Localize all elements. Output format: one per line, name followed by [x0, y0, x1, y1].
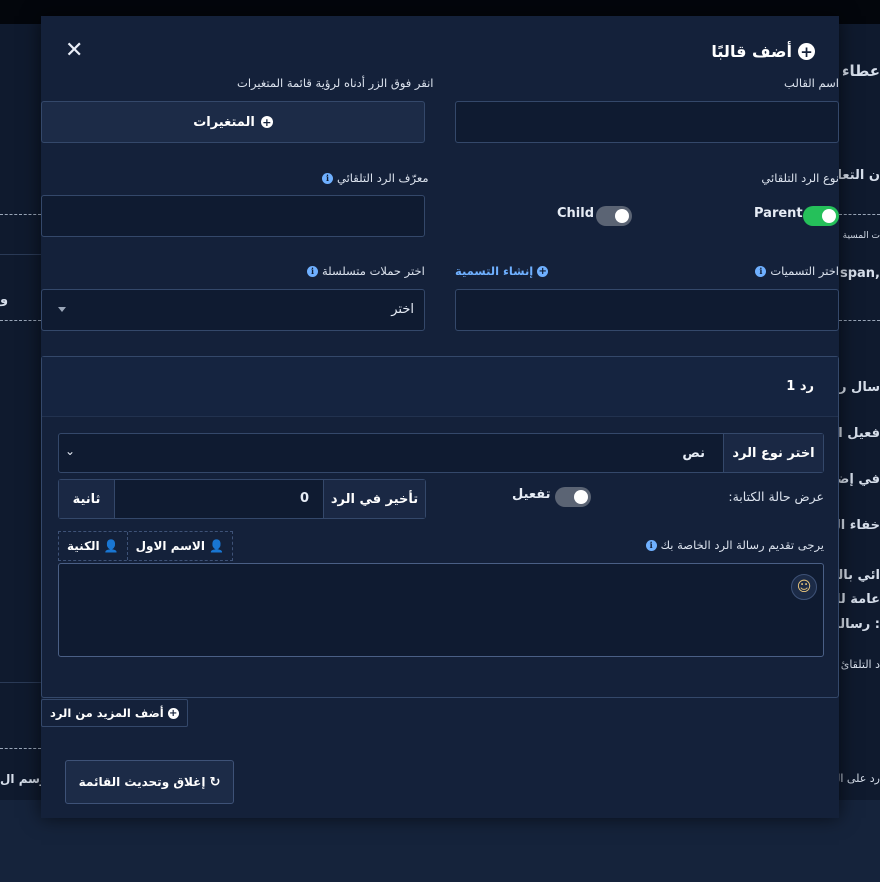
- plus-circle-icon: +: [167, 707, 179, 719]
- create-label-link[interactable]: + إنشاء التسمية: [455, 264, 549, 278]
- emoji-icon[interactable]: ☺: [791, 574, 817, 600]
- reply-type-select-value: نص: [682, 446, 705, 461]
- close-and-refresh-label: إغلاق وتحديث القائمة: [78, 775, 206, 789]
- message-prompt-row: يرجى تقديم رسالة الرد الخاصة بك i: [645, 538, 824, 552]
- child-label: Child: [557, 206, 595, 221]
- bg-text: د التلقائ: [840, 658, 880, 671]
- toggle-knob: [822, 209, 836, 223]
- typing-status-label: عرض حالة الكتابة:: [728, 489, 824, 504]
- labels-select-input[interactable]: [455, 289, 839, 331]
- last-name-tag[interactable]: 👤 الكنية: [59, 532, 127, 560]
- labels-select-label: اختر التسميات: [770, 264, 839, 278]
- bg-text: رسالة :: [832, 617, 880, 632]
- sequence-label: اختر حملات متسلسلة: [322, 264, 425, 278]
- bg-text: و: [0, 292, 9, 307]
- add-more-reply-label: أضف المزيد من الرد: [50, 706, 164, 720]
- close-and-refresh-button[interactable]: ↻ إغلاق وتحديث القائمة: [65, 760, 234, 804]
- refresh-icon: ↻: [209, 774, 221, 790]
- bg-divider: [839, 214, 880, 215]
- bg-divider: [0, 748, 41, 749]
- user-icon: 👤: [208, 539, 224, 553]
- bg-text: span,: [839, 266, 880, 281]
- modal-title: + أضف قالبًا: [711, 42, 815, 61]
- template-name-input[interactable]: [455, 101, 839, 143]
- sequence-select[interactable]: اختر: [41, 289, 425, 331]
- bg-divider: [839, 320, 880, 321]
- reply-message-textarea[interactable]: ☺: [58, 563, 824, 657]
- typing-toggle[interactable]: [555, 487, 591, 507]
- child-toggle[interactable]: [596, 206, 632, 226]
- variables-hint: انقر فوق الزر أدناه لرؤية قائمة المتغيرا…: [237, 76, 434, 90]
- reply-id-label: معرّف الرد التلقائي: [337, 171, 429, 185]
- labels-select-label-row: اختر التسميات i: [755, 264, 839, 278]
- plus-circle-icon: +: [537, 265, 549, 277]
- plus-circle-icon: +: [260, 115, 273, 129]
- bg-divider: [0, 254, 41, 255]
- add-template-modal: + أضف قالبًا ✕ اسم القالب انقر فوق الزر …: [41, 16, 839, 818]
- modal-title-text: أضف قالبًا: [711, 42, 792, 61]
- reply-type-select[interactable]: اختر نوع الرد نص ⌄: [58, 433, 824, 473]
- parent-label: Parent: [754, 206, 803, 221]
- variables-button-label: المتغيرات: [193, 114, 255, 130]
- delay-input[interactable]: 0: [115, 480, 325, 518]
- sequence-label-row: اختر حملات متسلسلة i: [307, 264, 425, 278]
- bg-divider: [0, 214, 41, 215]
- template-name-label: اسم القالب: [784, 76, 839, 90]
- info-icon: i: [755, 265, 767, 277]
- sequence-select-value: اختر: [391, 302, 414, 317]
- add-more-reply-button[interactable]: + أضف المزيد من الرد: [41, 699, 188, 727]
- plus-circle-icon: +: [798, 43, 815, 61]
- reply-card-title: رد 1: [786, 379, 814, 394]
- bg-divider: [0, 320, 41, 321]
- bg-text: في إضا: [831, 472, 880, 487]
- info-icon: i: [322, 172, 333, 184]
- toggle-knob: [574, 490, 588, 504]
- parent-toggle[interactable]: [803, 206, 839, 226]
- delay-label: تأخير في الرد: [323, 480, 425, 518]
- first-name-tag-label: الاسم الاول: [135, 539, 205, 553]
- last-name-tag-label: الكنية: [67, 539, 100, 553]
- delay-unit: ثانية: [59, 480, 115, 518]
- reply-type-label: نوع الرد التلقائي: [761, 171, 839, 185]
- bg-divider: [0, 682, 41, 683]
- create-label-text: إنشاء التسمية: [455, 264, 534, 278]
- chevron-down-icon: ⌄: [65, 444, 76, 458]
- bg-text: ن التعا: [837, 168, 880, 183]
- close-icon[interactable]: ✕: [65, 38, 83, 63]
- info-icon: i: [307, 265, 318, 277]
- user-icon: 👤: [103, 539, 119, 553]
- message-prompt: يرجى تقديم رسالة الرد الخاصة بك: [660, 538, 824, 552]
- first-name-tag[interactable]: 👤 الاسم الاول: [126, 532, 232, 560]
- bg-text: ت المسية: [842, 231, 880, 241]
- info-icon: i: [645, 539, 657, 551]
- reply-type-select-label: اختر نوع الرد: [723, 434, 823, 472]
- toggle-knob: [615, 209, 629, 223]
- reply-card: رد 1 اختر نوع الرد نص ⌄ عرض حالة الكتابة…: [41, 356, 839, 698]
- bg-text: رد على ال: [832, 772, 880, 785]
- variables-button[interactable]: + المتغيرات: [41, 101, 425, 143]
- reply-delay-group: ثانية 0 تأخير في الرد: [58, 479, 426, 519]
- typing-toggle-label: تفعيل: [512, 487, 551, 502]
- caret-down-icon: [58, 307, 66, 312]
- delay-value: 0: [299, 491, 309, 506]
- reply-id-label-row: معرّف الرد التلقائي i: [322, 171, 429, 185]
- variable-tags: 👤 الكنية 👤 الاسم الاول: [58, 531, 233, 561]
- reply-card-header: رد 1: [42, 357, 838, 417]
- reply-id-input[interactable]: [41, 195, 425, 237]
